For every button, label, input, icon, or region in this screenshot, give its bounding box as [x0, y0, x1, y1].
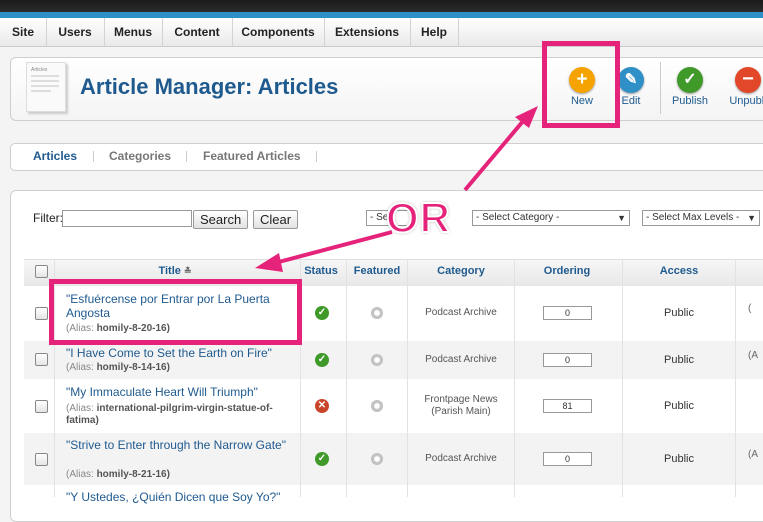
doc-line — [31, 85, 59, 87]
alias-prefix: (Alias: — [66, 362, 94, 373]
filter-search-input[interactable] — [62, 210, 192, 227]
row-checkbox[interactable] — [35, 453, 48, 466]
dropdown-arrow-icon: ▼ — [747, 213, 756, 223]
doc-line — [31, 75, 59, 77]
truncated-cell: (A — [748, 350, 758, 361]
filter-label: Filter: — [33, 211, 63, 225]
tab-articles[interactable]: Articles — [33, 149, 77, 163]
menu-site[interactable]: Site — [0, 18, 47, 46]
article-category: Podcast Archive — [425, 354, 497, 365]
column-access-header[interactable]: Access — [644, 265, 714, 277]
ordering-input[interactable]: 0 — [543, 306, 592, 320]
column-category-header[interactable]: Category — [411, 265, 511, 277]
menu-content[interactable]: Content — [162, 18, 233, 46]
menu-help[interactable]: Help — [410, 18, 459, 46]
main-menu-bar: Site Users Menus Content Components Exte… — [0, 18, 763, 47]
featured-toggle-icon[interactable] — [371, 400, 383, 412]
select-all-checkbox[interactable] — [35, 265, 48, 278]
menu-components[interactable]: Components — [232, 18, 325, 46]
column-divider — [735, 259, 736, 497]
select-category-value: - Select Category - — [476, 212, 560, 223]
admin-top-bar — [0, 0, 763, 12]
doc-line — [31, 90, 51, 92]
ordering-input[interactable]: 81 — [543, 399, 592, 413]
ordering-input[interactable]: 0 — [543, 452, 592, 466]
article-alias: (Alias: homily-8-14-16) — [66, 362, 170, 374]
featured-toggle-icon[interactable] — [371, 453, 383, 465]
alias-value: homily-8-14-16) — [96, 362, 170, 373]
alias-value: homily-8-21-16) — [96, 469, 170, 480]
article-access: Public — [664, 354, 694, 366]
dropdown-arrow-icon: ▼ — [617, 213, 626, 223]
select-max-levels-value: - Select Max Levels - — [646, 212, 740, 223]
column-divider — [346, 259, 347, 497]
doc-line — [31, 80, 59, 82]
page-title: Article Manager: Articles — [80, 74, 339, 99]
article-access: Public — [664, 307, 694, 319]
tab-divider — [186, 151, 187, 162]
truncated-cell: (A — [748, 449, 758, 460]
title-link-highlight — [49, 279, 302, 345]
published-check-icon[interactable]: ✓ — [315, 353, 329, 367]
article-access: Public — [664, 453, 694, 465]
column-divider — [514, 259, 515, 497]
or-annotation-label: OR — [385, 193, 451, 242]
minus-icon: − — [735, 67, 761, 93]
tab-divider — [93, 151, 94, 162]
search-button[interactable]: Search — [193, 210, 249, 229]
menu-users[interactable]: Users — [46, 18, 105, 46]
article-title-link[interactable]: "Y Ustedes, ¿Quién Dicen que Soy Yo?" — [66, 490, 301, 504]
article-title-link[interactable]: "My Immaculate Heart Will Triumph" — [66, 385, 291, 399]
menu-extensions[interactable]: Extensions — [324, 18, 411, 46]
tab-divider — [316, 151, 317, 162]
articles-doc-icon: Articles — [26, 62, 66, 112]
article-title-link[interactable]: "Strive to Enter through the Narrow Gate… — [66, 438, 291, 452]
ordering-input[interactable]: 0 — [543, 353, 592, 367]
unpublish-button[interactable]: − Unpubli — [719, 64, 763, 112]
tab-categories[interactable]: Categories — [109, 149, 171, 163]
publish-button[interactable]: ✓ Publish — [661, 64, 719, 112]
featured-toggle-icon[interactable] — [371, 307, 383, 319]
pencil-icon: ✎ — [618, 67, 644, 93]
column-featured-header[interactable]: Featured — [350, 265, 404, 277]
check-icon: ✓ — [677, 67, 703, 93]
column-ordering-header[interactable]: Ordering — [530, 265, 604, 277]
featured-toggle-icon[interactable] — [371, 354, 383, 366]
article-category: Podcast Archive — [425, 307, 497, 318]
column-divider — [622, 259, 623, 497]
tab-featured-articles[interactable]: Featured Articles — [203, 149, 301, 163]
doc-icon-caption: Articles — [31, 67, 48, 73]
publish-button-label: Publish — [671, 95, 709, 107]
row-checkbox[interactable] — [35, 307, 48, 320]
unpublished-x-icon[interactable]: ✕ — [315, 399, 329, 413]
alias-prefix: (Alias: — [66, 469, 94, 480]
sort-ascending-icon: ≛ — [183, 266, 192, 276]
menu-menus[interactable]: Menus — [104, 18, 163, 46]
article-title-link[interactable]: "I Have Come to Set the Earth on Fire" — [66, 346, 291, 360]
row-checkbox[interactable] — [35, 353, 48, 366]
select-max-levels-dropdown[interactable]: - Select Max Levels - ▼ — [642, 210, 760, 226]
article-access: Public — [664, 400, 694, 412]
alias-prefix: (Alias: — [66, 403, 94, 414]
unpublish-button-label: Unpubli — [729, 95, 763, 107]
new-button-highlight — [542, 41, 620, 128]
column-title-label: Title — [158, 265, 181, 277]
edit-button-label: Edit — [621, 95, 641, 107]
article-category: Frontpage News (Parish Main) — [424, 394, 498, 417]
column-status-header[interactable]: Status — [300, 265, 342, 277]
article-alias: (Alias: international-pilgrim-virgin-sta… — [66, 403, 286, 427]
published-check-icon[interactable]: ✓ — [315, 306, 329, 320]
clear-button[interactable]: Clear — [253, 210, 299, 229]
truncated-cell: ( — [748, 303, 752, 314]
column-title-header[interactable]: Title ≛ — [140, 265, 210, 277]
article-alias: (Alias: homily-8-21-16) — [66, 469, 170, 481]
select-category-dropdown[interactable]: - Select Category - ▼ — [472, 210, 630, 226]
row-checkbox[interactable] — [35, 400, 48, 413]
published-check-icon[interactable]: ✓ — [315, 452, 329, 466]
alias-value: international-pilgrim-virgin-statue-of-f… — [66, 403, 273, 426]
column-divider — [407, 259, 408, 497]
article-category: Podcast Archive — [425, 453, 497, 464]
